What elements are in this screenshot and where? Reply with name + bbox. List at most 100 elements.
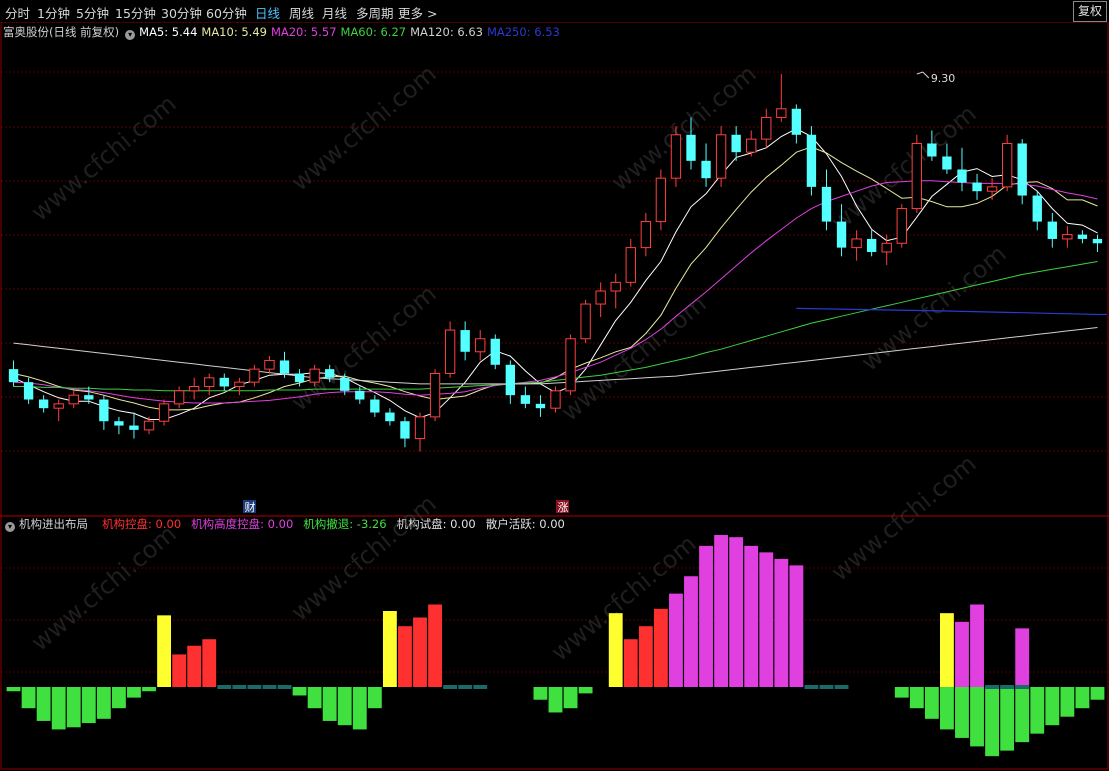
candle-up (911, 142, 922, 210)
candle-down (355, 390, 365, 400)
candle-down (686, 134, 696, 161)
sub-bar (202, 639, 217, 687)
period-tab[interactable]: 30分钟 (161, 3, 202, 22)
candle-down (1092, 238, 1103, 244)
sub-bar (413, 617, 427, 687)
candle-down (460, 330, 470, 352)
period-tab[interactable]: 60分钟 (206, 3, 247, 22)
candle-up (1001, 142, 1013, 188)
candle-up (158, 403, 170, 422)
candle-down (701, 160, 711, 179)
sub-bar (382, 611, 397, 687)
sub-bar (608, 613, 623, 687)
sub-bar (1015, 628, 1030, 687)
candle-down (791, 108, 802, 135)
candle-down (520, 395, 531, 404)
candle-down (8, 369, 19, 383)
period-tab[interactable]: 分时 (5, 3, 30, 22)
candle-down (84, 395, 94, 400)
sub-bar (142, 687, 156, 692)
candle-up (444, 329, 456, 374)
ma-line-ma10 (13, 146, 1098, 411)
candle-down (114, 421, 124, 426)
sub-bar (955, 621, 969, 687)
period-tab[interactable]: 月线 (322, 3, 347, 22)
sub-bar (1000, 687, 1015, 751)
candlestick-chart[interactable]: www.cfchi.com www.cfchi.com www.cfchi.com w… (0, 22, 1109, 771)
candle-up (640, 221, 651, 249)
candle-up (204, 377, 215, 387)
sub-bar (699, 545, 713, 687)
sub-bar (428, 604, 442, 687)
candle-up (776, 108, 787, 118)
sub-bar (669, 593, 683, 687)
candle-up (309, 368, 320, 383)
period-toolbar: 分时 1分钟 5分钟 15分钟 30分钟 60分钟 日线 周线 月线 多周期 更多 > (0, 0, 1109, 22)
sub-bar (970, 687, 984, 747)
sub-bar (157, 615, 172, 687)
period-tab[interactable]: 15分钟 (115, 3, 156, 22)
sub-bar (970, 604, 984, 687)
candle-up (670, 134, 682, 179)
candle-down (294, 373, 305, 383)
sub-bar (337, 687, 352, 726)
sub-bar (247, 685, 262, 689)
sub-bar (563, 687, 578, 709)
sub-bar (985, 685, 1000, 689)
sub-bar (1015, 687, 1030, 743)
candle-down (99, 399, 109, 422)
sub-bar (232, 685, 247, 689)
period-tab[interactable]: 1分钟 (37, 3, 70, 22)
period-tab[interactable]: 更多 > (398, 3, 437, 22)
sub-bar (578, 687, 593, 694)
sub-bar (684, 576, 698, 687)
candle-down (23, 382, 34, 400)
cai-marker-label: 财 (245, 500, 256, 514)
ma-line-ma120 (13, 327, 1098, 385)
candle-down (279, 360, 290, 374)
period-tab[interactable]: 周线 (289, 3, 314, 22)
fuquan-button[interactable]: 复权 (1073, 1, 1107, 22)
sub-bar (985, 687, 1000, 757)
candle-down (535, 403, 546, 409)
period-tab[interactable]: 日线 (255, 3, 280, 22)
sub-bar (939, 613, 954, 687)
sub-bar (292, 687, 307, 696)
sub-bar (744, 545, 759, 687)
candle-down (219, 377, 229, 387)
candle-down (340, 377, 350, 391)
candle-up (173, 390, 185, 405)
candle-up (429, 372, 441, 418)
sub-bar (458, 685, 473, 689)
sub-bar (533, 687, 548, 700)
sub-bar (924, 687, 939, 719)
sub-bar (127, 687, 141, 698)
sub-bar (307, 687, 322, 709)
sub-bar (774, 558, 789, 687)
watermark: www.cfchi.com (286, 489, 442, 626)
candle-up (234, 381, 245, 387)
sub-bar (51, 687, 66, 730)
candle-down (505, 364, 516, 396)
candle-down (866, 238, 877, 252)
sub-bar (187, 645, 202, 687)
candle-down (731, 134, 741, 153)
candle-up (580, 303, 591, 340)
sub-bar (819, 685, 834, 689)
candle-up (53, 403, 64, 409)
sub-bar (172, 654, 187, 687)
sub-bar (759, 552, 774, 687)
period-tab[interactable]: 5分钟 (76, 3, 109, 22)
sub-bar (262, 685, 277, 689)
sub-bar (894, 687, 909, 698)
sub-bar (1015, 685, 1030, 689)
sub-bar (1030, 687, 1045, 734)
ma-line-ma60 (13, 261, 1098, 392)
candle-down (1047, 221, 1057, 239)
candle-down (370, 399, 380, 413)
period-tab[interactable]: 多周期 (356, 3, 394, 22)
watermark: www.cfchi.com (856, 239, 1012, 376)
candle-down (1077, 234, 1088, 239)
candle-up (655, 177, 667, 223)
watermark: www.cfchi.com (286, 59, 442, 196)
